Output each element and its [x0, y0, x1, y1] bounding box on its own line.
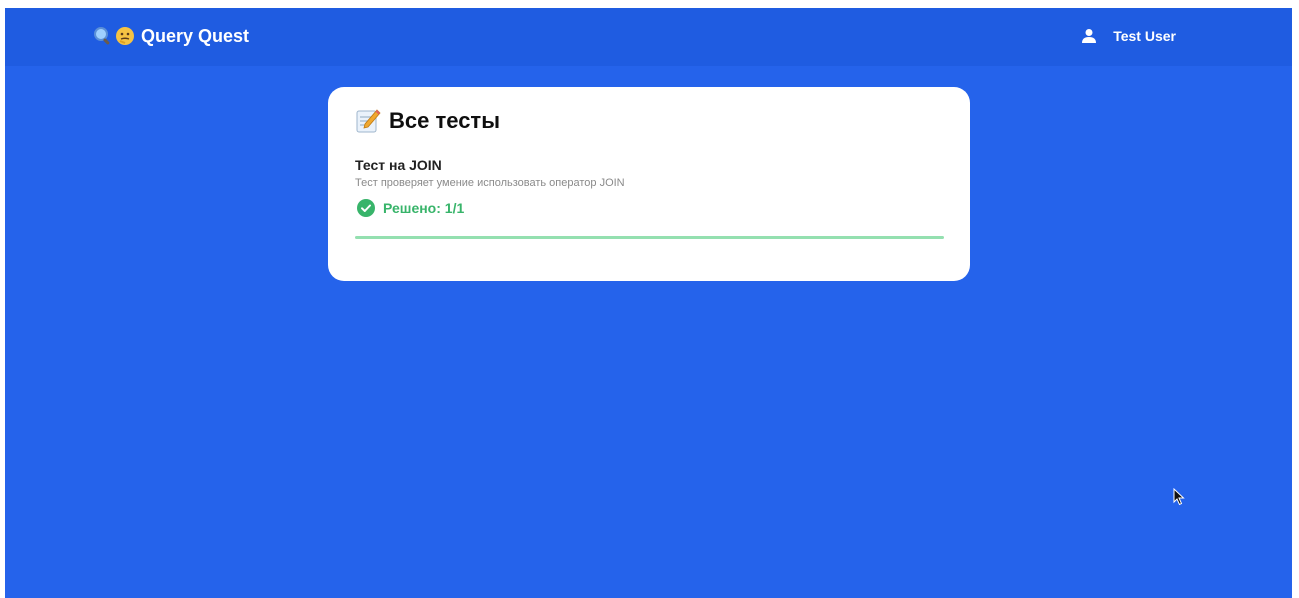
brand-name: Query Quest — [141, 25, 250, 46]
page-title-text: Все тесты — [389, 108, 500, 133]
user-icon — [1082, 29, 1097, 43]
test-status: Решено: 1/1 — [357, 199, 464, 217]
test-list-item[interactable]: Тест на JOIN Тест проверяет умение испол… — [355, 157, 944, 241]
test-name: Тест на JOIN — [355, 157, 442, 173]
mouse-cursor-icon — [1173, 488, 1185, 506]
magnifier-icon — [94, 27, 110, 45]
brand-logo-link[interactable]: Query Quest — [93, 25, 249, 47]
app-root: Query Quest Test User Все тесты Тест на … — [5, 8, 1292, 598]
test-progress-fill — [355, 236, 944, 239]
user-name: Test User — [1113, 28, 1176, 44]
test-status-text: Решено: 1/1 — [383, 200, 465, 216]
top-navigation-bar: Query Quest Test User — [5, 8, 1292, 66]
thinking-face-icon — [116, 27, 134, 45]
test-progress-bar — [355, 236, 944, 239]
page-title: Все тесты — [355, 107, 500, 135]
check-circle-icon — [357, 199, 375, 217]
user-menu[interactable]: Test User — [1081, 26, 1176, 46]
tests-card: Все тесты Тест на JOIN Тест проверяет ум… — [328, 87, 970, 281]
memo-icon — [356, 109, 381, 133]
test-description: Тест проверяет умение использовать опера… — [355, 177, 625, 189]
